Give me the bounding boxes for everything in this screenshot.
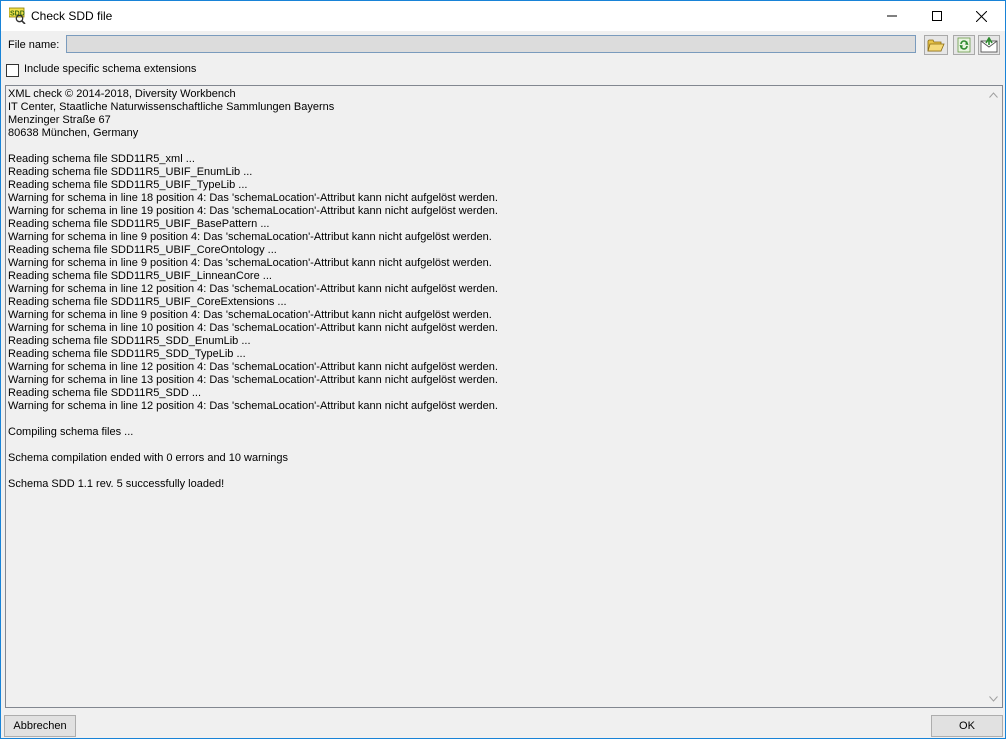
ok-button[interactable]: OK	[931, 715, 1003, 737]
file-name-input[interactable]	[66, 35, 916, 53]
close-button[interactable]	[959, 1, 1004, 31]
reload-button[interactable]	[953, 35, 975, 55]
vertical-scrollbar[interactable]	[985, 86, 1002, 707]
window-title: Check SDD file	[31, 9, 113, 23]
dialog-window: SDD Check SDD file File name: Include sp…	[0, 0, 1006, 739]
sdd-app-icon: SDD	[8, 7, 26, 25]
include-extensions-label: Include specific schema extensions	[24, 63, 197, 75]
check-mail-icon	[980, 37, 998, 53]
minimize-button[interactable]	[869, 1, 914, 31]
output-log-text: XML check © 2014-2018, Diversity Workben…	[8, 88, 498, 490]
folder-open-icon	[927, 39, 945, 52]
close-icon	[976, 10, 987, 22]
maximize-icon	[931, 11, 942, 21]
include-extensions-checkbox[interactable]	[6, 64, 19, 77]
cancel-button[interactable]: Abbrechen	[4, 715, 76, 737]
reload-icon	[957, 37, 971, 53]
scroll-up-button[interactable]	[985, 86, 1002, 103]
output-log[interactable]: XML check © 2014-2018, Diversity Workben…	[5, 85, 1003, 708]
chevron-up-icon	[989, 91, 998, 98]
chevron-down-icon	[989, 695, 998, 702]
open-file-button[interactable]	[924, 35, 948, 55]
maximize-button[interactable]	[914, 1, 959, 31]
minimize-icon	[886, 15, 897, 17]
file-name-label: File name:	[8, 39, 60, 51]
scroll-down-button[interactable]	[985, 690, 1002, 707]
title-bar: SDD Check SDD file	[1, 1, 1005, 31]
check-file-button[interactable]	[978, 35, 1000, 55]
